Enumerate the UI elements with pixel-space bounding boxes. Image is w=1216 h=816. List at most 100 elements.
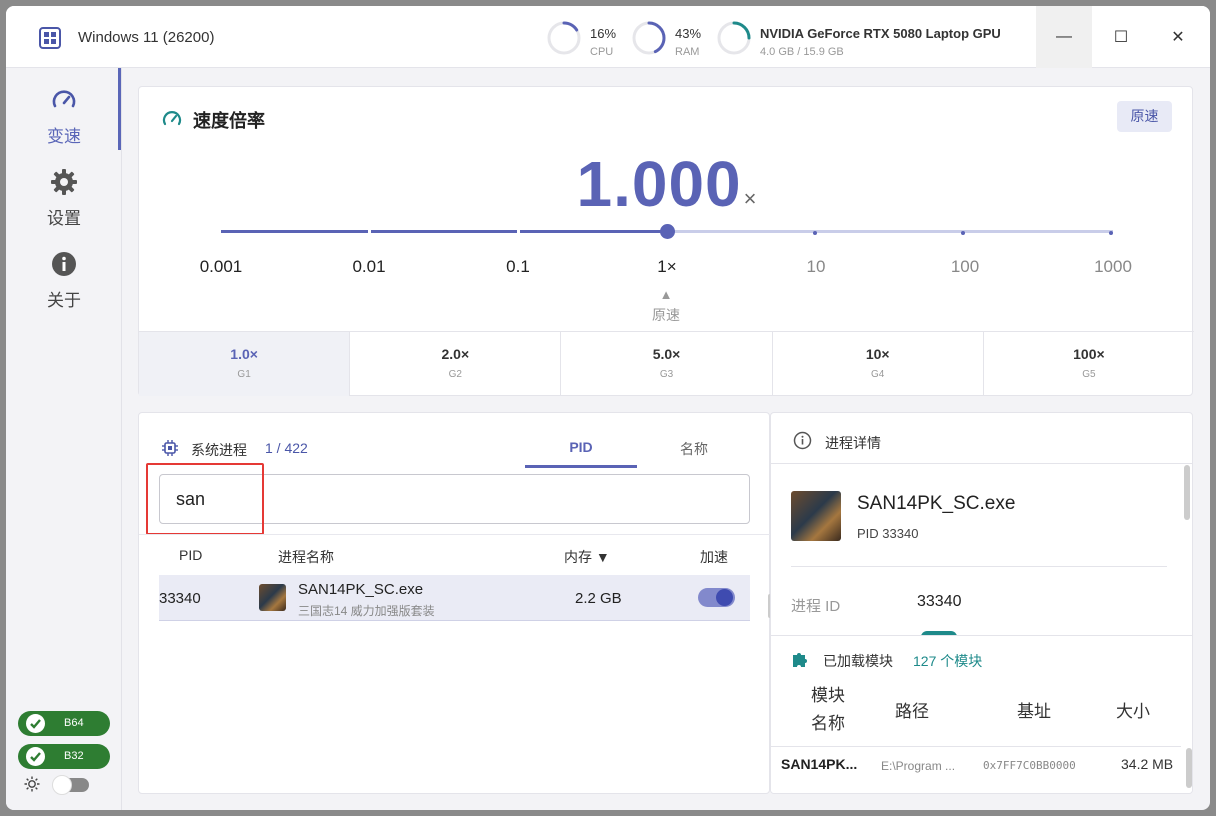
module-base: 0x7FF7C0BB0000	[983, 759, 1076, 772]
slider-tick	[368, 229, 371, 234]
preset-value: 1.0×	[230, 346, 258, 362]
preset-hotkey: G5	[1082, 369, 1096, 380]
slider-label: 0.001	[199, 257, 243, 276]
row-pid: 33340	[159, 590, 201, 607]
badge-label: B64	[64, 717, 84, 729]
app-title: Windows 11 (26200)	[78, 29, 215, 46]
preset-hotkey: G1	[237, 369, 251, 380]
module-size: 34.2 MB	[1121, 756, 1174, 772]
process-table-header: PID 进程名称 内存 ▼ 加速	[139, 534, 771, 574]
process-list-title: 系统进程	[191, 442, 247, 458]
col-memory[interactable]: 内存 ▼	[564, 547, 610, 567]
tab-sort-name[interactable]: 名称	[638, 439, 750, 459]
modules-section: 已加载模块 127 个模块 模块 名称 路径 基址 大小 SAN14PK... …	[771, 635, 1192, 793]
puzzle-icon	[793, 653, 807, 667]
slider-label: 1000	[1094, 257, 1132, 276]
sidebar-item-about[interactable]: 关于	[6, 242, 122, 322]
maximize-button[interactable]: ☐	[1093, 6, 1149, 68]
divider	[791, 566, 1167, 567]
theme-toggle-area	[20, 774, 120, 795]
divider	[771, 463, 1192, 464]
preset-value: 100×	[1073, 346, 1105, 362]
details-process-name: SAN14PK_SC.exe	[857, 493, 1016, 514]
process-count: 1 / 422	[265, 440, 308, 456]
badge-label: B32	[64, 750, 84, 762]
gpu-memory: 4.0 GB / 15.9 GB	[760, 46, 844, 58]
row-process-name: SAN14PK_SC.exe	[298, 581, 424, 598]
details-title: 进程详情	[825, 435, 881, 451]
module-path: E:\Program ...	[881, 759, 956, 773]
ram-label: RAM	[675, 46, 700, 58]
info-icon	[52, 252, 76, 276]
speed-value: 1.000	[576, 148, 742, 220]
sun-icon	[24, 776, 40, 792]
table-row[interactable]: 33340 SAN14PK_SC.exe 三国志14 威力加强版套装 2.2 G…	[159, 575, 750, 621]
preset-2x[interactable]: 2.0× G2	[350, 332, 562, 396]
cpu-meter: 16% CPU	[546, 20, 626, 58]
col-module-base[interactable]: 基址	[1017, 698, 1051, 726]
cpu-value: 16%	[590, 26, 617, 41]
slider-label: 0.1	[506, 257, 530, 276]
gpu-name: NVIDIA GeForce RTX 5080 Laptop GPU	[760, 26, 1001, 41]
game-icon	[791, 491, 841, 541]
minimize-button[interactable]: —	[1036, 6, 1092, 68]
gear-icon	[51, 169, 77, 195]
app-logo-icon	[39, 27, 61, 49]
ram-ring-icon	[632, 21, 666, 55]
check-icon	[26, 714, 45, 733]
slider-fill	[221, 230, 667, 233]
col-module-name[interactable]: 模块 名称	[811, 682, 845, 738]
title-bar: Windows 11 (26200) 16% CPU 43% RAM NVIDI…	[6, 6, 1210, 68]
sidebar-item-label: 设置	[47, 209, 81, 228]
slider-label: 100	[950, 257, 980, 276]
cpu-ring-icon	[547, 21, 581, 55]
preset-5x[interactable]: 5.0× G3	[561, 332, 773, 396]
reset-speed-button[interactable]: 原速	[1117, 101, 1172, 132]
preset-value: 10×	[865, 346, 890, 362]
speed-unit: ×	[743, 186, 757, 211]
theme-toggle[interactable]	[52, 775, 89, 795]
cpu-label: CPU	[590, 46, 614, 58]
slider-knob[interactable]	[660, 224, 675, 239]
preset-value: 5.0×	[652, 346, 681, 362]
check-icon	[26, 747, 45, 766]
process-card: 系统进程 1 / 422 PID 名称 san PID 进程名称 内存 ▼ 加速…	[138, 412, 771, 794]
preset-bar: 1.0× G1 2.0× G2 5.0× G3 10× G4 100× G5	[139, 331, 1194, 396]
accelerate-toggle[interactable]	[698, 588, 735, 607]
slider-tick	[813, 231, 817, 235]
col-module-size[interactable]: 大小	[1116, 698, 1150, 726]
process-search-input[interactable]: san	[159, 474, 750, 524]
preset-hotkey: G2	[448, 369, 462, 380]
slider-tick	[517, 229, 520, 234]
row-description: 三国志14 威力加强版套装	[298, 604, 435, 618]
preset-1x[interactable]: 1.0× G1	[139, 332, 351, 396]
col-accel: 加速	[700, 549, 728, 565]
speed-slider[interactable]	[221, 224, 1113, 239]
info-circle-icon	[793, 431, 812, 450]
speedometer-icon	[52, 90, 76, 108]
divider	[771, 746, 1181, 747]
close-button[interactable]: ✕	[1150, 6, 1206, 68]
slider-track	[667, 230, 1113, 233]
tab-sort-pid[interactable]: PID	[525, 439, 637, 455]
gauge-icon	[162, 111, 182, 126]
modules-count: 127 个模块	[913, 653, 983, 669]
sidebar-item-label: 关于	[47, 291, 81, 310]
scrollbar[interactable]	[1186, 748, 1192, 788]
scrollbar[interactable]	[1184, 465, 1190, 520]
tab-underline	[525, 465, 637, 468]
origin-arrow-icon: ▲	[659, 287, 673, 302]
details-pid: PID 33340	[857, 526, 919, 541]
module-name: SAN14PK...	[781, 756, 858, 772]
preset-10x[interactable]: 10× G4	[773, 332, 984, 396]
preset-hotkey: G4	[871, 369, 885, 380]
col-pid[interactable]: PID	[179, 547, 202, 563]
preset-100x[interactable]: 100× G5	[984, 332, 1194, 396]
cpu-chip-icon	[162, 440, 178, 456]
sidebar-item-speed[interactable]: 变速	[6, 78, 122, 158]
col-name[interactable]: 进程名称	[278, 547, 334, 567]
sidebar-item-settings[interactable]: 设置	[6, 160, 122, 240]
pid-value: 33340	[917, 593, 962, 610]
slider-label: 10	[806, 257, 826, 276]
col-module-path[interactable]: 路径	[895, 698, 929, 726]
